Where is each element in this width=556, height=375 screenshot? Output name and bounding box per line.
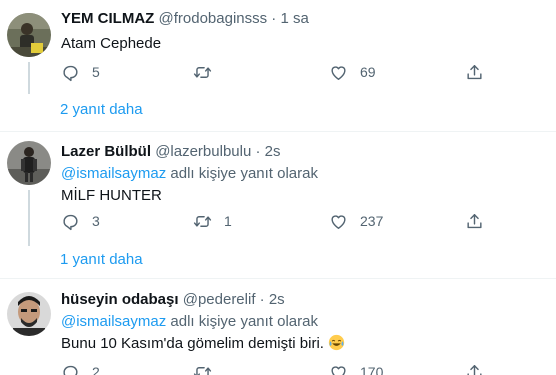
tweet-text: Atam Cephede	[61, 35, 162, 52]
timestamp[interactable]: 2s	[269, 291, 285, 308]
heart-icon	[329, 212, 348, 231]
share-button[interactable]	[465, 61, 484, 83]
reply-mention-link[interactable]: @ismailsaymaz	[61, 165, 166, 182]
share-icon	[465, 363, 484, 375]
retweet-count: 1	[224, 213, 232, 229]
separator-dot: ·	[259, 291, 265, 308]
like-button[interactable]: 69	[329, 61, 376, 83]
reply-count: 5	[92, 64, 100, 80]
thread-line	[28, 62, 30, 94]
tweet-text: Bunu 10 Kasım'da gömelim demişti biri.	[61, 334, 548, 354]
like-button[interactable]: 237	[329, 210, 383, 232]
share-icon	[465, 212, 484, 231]
tweet[interactable]: Lazer Bülbül @lazerbulbulu · 2s @ismails…	[0, 132, 556, 278]
share-icon	[465, 63, 484, 82]
heart-icon	[329, 363, 348, 375]
display-name[interactable]: hüseyin odabaşı	[61, 291, 179, 308]
heart-icon	[329, 63, 348, 82]
user-handle[interactable]: @pederelif	[183, 291, 256, 308]
show-more-replies-link[interactable]: 1 yanıt daha	[60, 250, 143, 270]
replying-to: @ismailsaymaz adlı kişiye yanıt olarak	[61, 312, 548, 332]
display-name[interactable]: YEM CILMAZ	[61, 10, 154, 27]
reply-icon	[61, 363, 80, 375]
action-bar: 2 170	[61, 361, 501, 375]
share-button[interactable]	[465, 210, 484, 232]
reply-button[interactable]: 5	[61, 61, 100, 83]
user-handle[interactable]: @frodobaginsss	[159, 10, 268, 27]
like-count: 69	[360, 64, 376, 80]
retweet-icon	[193, 363, 212, 375]
tweet-header: hüseyin odabaşı @pederelif · 2s	[61, 290, 548, 310]
replying-to-suffix: adlı kişiye yanıt olarak	[166, 165, 318, 182]
like-count: 170	[360, 364, 384, 375]
laughing-tears-emoji	[329, 334, 345, 351]
replying-to-suffix: adlı kişiye yanıt olarak	[166, 313, 318, 330]
reply-count: 3	[92, 213, 100, 229]
action-bar: 5 69	[61, 61, 501, 83]
tweet[interactable]: hüseyin odabaşı @pederelif · 2s @ismails…	[0, 279, 556, 375]
show-more-replies-link[interactable]: 2 yanıt daha	[60, 100, 143, 120]
retweet-button[interactable]	[193, 361, 224, 375]
replying-to: @ismailsaymaz adlı kişiye yanıt olarak	[61, 164, 548, 184]
like-button[interactable]: 170	[329, 361, 383, 375]
reply-button[interactable]: 3	[61, 210, 100, 232]
tweet-header: YEM CILMAZ @frodobaginsss · 1 sa	[61, 9, 548, 29]
tweet-text-content: Bunu 10 Kasım'da gömelim demişti biri.	[61, 335, 324, 352]
timestamp[interactable]: 2s	[265, 143, 281, 160]
share-button[interactable]	[465, 361, 484, 375]
avatar[interactable]	[7, 13, 51, 57]
avatar[interactable]	[7, 141, 51, 185]
like-count: 237	[360, 213, 384, 229]
reply-icon	[61, 212, 80, 231]
retweet-icon	[193, 212, 212, 231]
retweet-icon	[193, 63, 212, 82]
avatar[interactable]	[7, 292, 51, 336]
reply-count: 2	[92, 364, 100, 375]
retweet-button[interactable]: 1	[193, 210, 232, 232]
separator-dot: ·	[271, 10, 277, 27]
tweet-text: MİLF HUNTER	[61, 187, 162, 204]
reply-button[interactable]: 2	[61, 361, 100, 375]
reply-mention-link[interactable]: @ismailsaymaz	[61, 313, 166, 330]
action-bar: 3 1 237	[61, 210, 501, 232]
reply-icon	[61, 63, 80, 82]
tweet[interactable]: YEM CILMAZ @frodobaginsss · 1 sa Atam Ce…	[0, 0, 556, 131]
user-handle[interactable]: @lazerbulbulu	[155, 143, 251, 160]
retweet-button[interactable]	[193, 61, 224, 83]
separator-dot: ·	[255, 143, 261, 160]
display-name[interactable]: Lazer Bülbül	[61, 143, 151, 160]
thread-line	[28, 190, 30, 246]
timestamp[interactable]: 1 sa	[280, 10, 308, 27]
tweet-header: Lazer Bülbül @lazerbulbulu · 2s	[61, 142, 548, 162]
